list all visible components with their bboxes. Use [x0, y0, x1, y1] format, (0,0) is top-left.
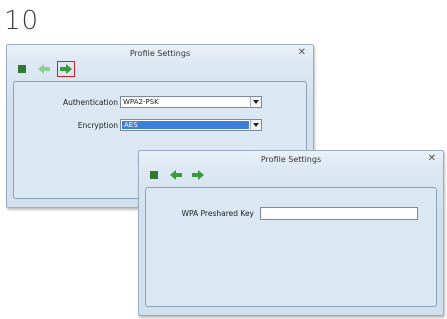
- toolbar: [145, 167, 207, 183]
- window-title: Profile Settings: [129, 49, 191, 58]
- close-icon[interactable]: ✕: [298, 47, 306, 58]
- next-arrow-icon[interactable]: [189, 167, 207, 183]
- stop-icon[interactable]: [13, 61, 31, 77]
- stop-icon[interactable]: [145, 167, 163, 183]
- encryption-select[interactable]: AES: [120, 119, 262, 131]
- chevron-down-icon[interactable]: [250, 97, 261, 107]
- profile-settings-window-step2: Profile Settings ✕ WPA Preshared Key: [138, 150, 444, 316]
- encryption-label: Encryption: [77, 121, 118, 130]
- back-arrow-icon[interactable]: [167, 167, 185, 183]
- back-arrow-icon[interactable]: [35, 61, 53, 77]
- next-arrow-icon[interactable]: [57, 61, 75, 77]
- authentication-select[interactable]: WPA2-PSK: [120, 96, 262, 108]
- step-number: 10: [4, 6, 40, 36]
- settings-panel: WPA Preshared Key: [145, 187, 437, 307]
- wpa-preshared-key-label: WPA Preshared Key: [181, 209, 254, 218]
- chevron-down-icon[interactable]: [250, 120, 261, 130]
- authentication-value: WPA2-PSK: [123, 98, 159, 106]
- wpa-preshared-key-input[interactable]: [260, 207, 418, 220]
- window-title: Profile Settings: [260, 155, 322, 164]
- encryption-value: AES: [122, 121, 249, 129]
- authentication-label: Authentication: [62, 98, 118, 107]
- toolbar: [13, 61, 75, 77]
- close-icon[interactable]: ✕: [428, 153, 436, 164]
